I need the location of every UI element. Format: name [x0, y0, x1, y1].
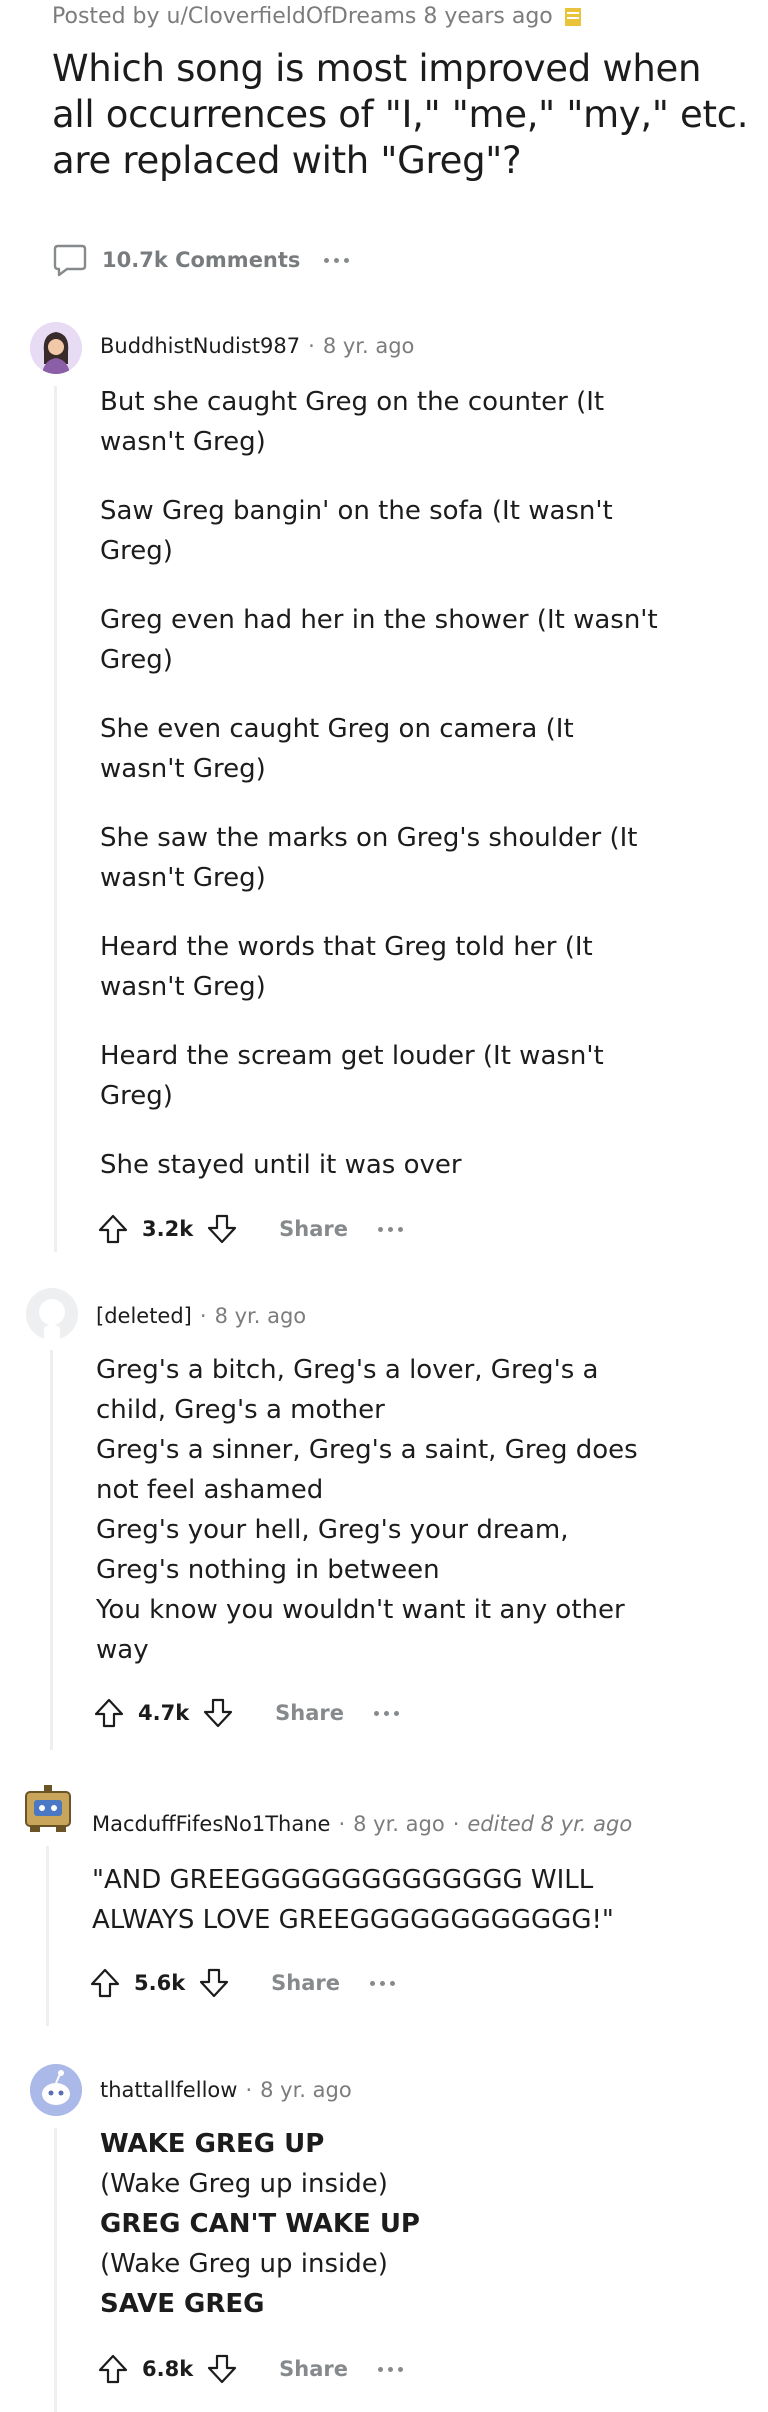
deleted-user-icon [26, 1288, 78, 1340]
comment-line: You know you wouldn't want it any other … [96, 1595, 625, 1665]
separator: · [199, 1304, 207, 1328]
comment-body: But she caught Greg on the counter (It w… [100, 382, 660, 1185]
avatar[interactable] [26, 1288, 78, 1340]
share-button[interactable]: Share [279, 2357, 348, 2381]
comment-body: WAKE GREG UP (Wake Greg up inside) GREG … [100, 2124, 660, 2324]
more-options-icon[interactable] [374, 1710, 400, 1716]
comment-line: "AND GREEGGGGGGGGGGGGGG WILL ALWAYS LOVE… [92, 1865, 614, 1935]
username[interactable]: thattallfellow [100, 2078, 237, 2102]
comment-body: "AND GREEGGGGGGGGGGGGGG WILL ALWAYS LOVE… [92, 1860, 652, 1940]
comment-line: Saw Greg bangin' on the sofa (It wasn't … [100, 496, 613, 566]
arrow-down-icon[interactable] [205, 1212, 239, 1246]
thread-line[interactable] [54, 2128, 57, 2412]
comment-line: Greg's a sinner, Greg's a saint, Greg do… [96, 1435, 638, 1505]
edited-label: edited 8 yr. ago [467, 1812, 633, 1836]
comment-header: MacduffFifesNo1Thane · 8 yr. ago · edite… [92, 1812, 632, 1836]
comment-header: BuddhistNudist987 · 8 yr. ago [100, 334, 414, 358]
more-options-icon[interactable] [378, 1226, 404, 1232]
comment-line: Greg even had her in the shower (It wasn… [100, 605, 658, 675]
vote-score: 4.7k [138, 1701, 190, 1725]
more-options-icon[interactable] [324, 257, 350, 263]
arrow-down-icon[interactable] [197, 1966, 231, 2000]
thread-line[interactable] [50, 1350, 53, 1750]
comment-line: (Wake Greg up inside) [100, 2169, 388, 2199]
vote-score: 3.2k [142, 1217, 194, 1241]
comment-line-bold: WAKE GREG UP [100, 2129, 325, 2159]
comment-actions: 6.8k Share [96, 2352, 404, 2386]
comment-body: Greg's a bitch, Greg's a lover, Greg's a… [96, 1350, 656, 1670]
avatar[interactable] [30, 2064, 82, 2116]
post-meta-text[interactable]: Posted by u/CloverfieldOfDreams 8 years … [52, 4, 553, 29]
avatar[interactable] [22, 1782, 74, 1834]
timestamp[interactable]: 8 yr. ago [353, 1812, 445, 1836]
arrow-down-icon[interactable] [201, 1696, 235, 1730]
comment-line: Greg's a bitch, Greg's a lover, Greg's a… [96, 1355, 599, 1425]
comment-line: She even caught Greg on camera (It wasn'… [100, 714, 574, 784]
username[interactable]: [deleted] [96, 1304, 192, 1328]
comment-line: GREG CAN'T WAKE UP [100, 2204, 660, 2244]
arrow-up-icon[interactable] [96, 2352, 130, 2386]
arrow-down-icon[interactable] [205, 2352, 239, 2386]
arrow-up-icon[interactable] [96, 1212, 130, 1246]
comment-line: WAKE GREG UP [100, 2124, 660, 2164]
share-button[interactable]: Share [275, 1701, 344, 1725]
share-button[interactable]: Share [271, 1971, 340, 1995]
vote-score: 5.6k [134, 1971, 186, 1995]
arrow-up-icon[interactable] [92, 1696, 126, 1730]
post-actions: 10.7k Comments [52, 242, 350, 278]
comment-line: She saw the marks on Greg's shoulder (It… [100, 823, 638, 893]
separator: · [452, 1812, 460, 1836]
arrow-up-icon[interactable] [88, 1966, 122, 2000]
more-options-icon[interactable] [370, 1980, 396, 1986]
vote-score: 6.8k [142, 2357, 194, 2381]
user-avatar-icon [30, 322, 82, 374]
comment-actions: 4.7k Share [92, 1696, 400, 1730]
comment-line: SAVE GREG [100, 2284, 660, 2324]
more-options-icon[interactable] [378, 2366, 404, 2372]
username[interactable]: BuddhistNudist987 [100, 334, 300, 358]
comment-header: [deleted] · 8 yr. ago [96, 1304, 306, 1328]
separator: · [245, 2078, 253, 2102]
thread-line[interactable] [46, 1846, 49, 2026]
comment-line-bold: SAVE GREG [100, 2289, 265, 2319]
comment-header: thattallfellow · 8 yr. ago [100, 2078, 352, 2102]
comment-line: She stayed until it was over [100, 1150, 462, 1180]
share-button[interactable]: Share [279, 1217, 348, 1241]
avatar[interactable] [30, 322, 82, 374]
snoo-avatar-icon [30, 2064, 82, 2116]
separator: · [338, 1812, 346, 1836]
timestamp[interactable]: 8 yr. ago [260, 2078, 352, 2102]
comment-line: But she caught Greg on the counter (It w… [100, 387, 605, 457]
timestamp[interactable]: 8 yr. ago [215, 1304, 307, 1328]
post-meta: Posted by u/CloverfieldOfDreams 8 years … [52, 4, 583, 29]
comment-line: Heard the words that Greg told her (It w… [100, 932, 593, 1002]
separator: · [308, 334, 315, 358]
award-icon [564, 7, 581, 26]
comment-line-bold: GREG CAN'T WAKE UP [100, 2209, 420, 2239]
post-title[interactable]: Which song is most improved when all occ… [52, 46, 752, 184]
comment-line: Greg's your hell, Greg's your dream, Gre… [96, 1515, 569, 1585]
comment-actions: 3.2k Share [96, 1212, 404, 1246]
comment-line: Heard the scream get louder (It wasn't G… [100, 1041, 604, 1111]
comment-actions: 5.6k Share [88, 1966, 396, 2000]
robot-avatar-icon [25, 1785, 71, 1832]
comments-count-button[interactable]: 10.7k Comments [102, 248, 300, 272]
comment-line: (Wake Greg up inside) [100, 2249, 388, 2279]
comment-bubble-icon[interactable] [52, 242, 88, 278]
timestamp[interactable]: 8 yr. ago [323, 334, 415, 358]
thread-line[interactable] [54, 386, 57, 1252]
username[interactable]: MacduffFifesNo1Thane [92, 1812, 330, 1836]
